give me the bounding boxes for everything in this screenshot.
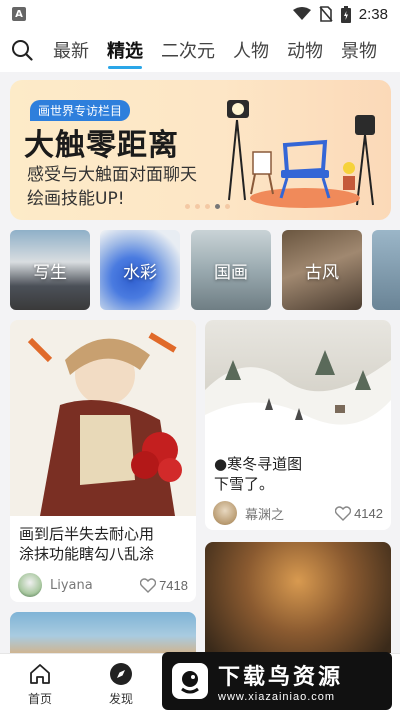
nav-discover[interactable]: 发现	[91, 662, 151, 707]
watermark-url: www.xiazainiao.com	[218, 691, 336, 703]
like-button[interactable]: 4142	[335, 506, 383, 521]
promo-banner[interactable]: 画世界专访栏目 大触零距离 感受与大触面对面聊天 绘画技能UP!	[10, 80, 391, 220]
banner-illustration	[227, 100, 375, 208]
heart-icon	[335, 505, 352, 521]
card-title-line1: ●寒冬寻道图	[214, 455, 303, 473]
card-title-line2: 下雪了。	[214, 475, 275, 493]
tab-anime[interactable]: 二次元	[152, 28, 224, 72]
tab-featured[interactable]: 精选	[98, 28, 152, 72]
category-label: 古风	[305, 262, 339, 283]
like-count: 4142	[354, 505, 383, 521]
card-title-line1: 画到后半失去耐心用	[19, 525, 155, 543]
category-ink-painting[interactable]: 国画	[191, 230, 271, 310]
tab-scenery[interactable]: 景物	[332, 28, 386, 72]
author-name[interactable]: 幕渊之	[245, 504, 284, 523]
nav-home-label: 首页	[27, 692, 52, 706]
wifi-icon	[292, 7, 311, 20]
search-button[interactable]	[0, 28, 44, 72]
search-icon	[12, 40, 33, 61]
app-notification-icon: A	[12, 7, 26, 21]
like-count: 7418	[159, 577, 188, 593]
avatar[interactable]	[213, 501, 237, 525]
watermark-title: 下载鸟资源	[218, 665, 344, 690]
home-icon	[30, 664, 50, 684]
card-title-line2: 涂抹功能瞎勾八乱涂	[19, 545, 155, 563]
category-label: 水彩	[123, 262, 157, 283]
banner-headline: 大触零距离	[24, 128, 179, 163]
heart-icon	[140, 577, 157, 593]
compass-icon	[110, 663, 132, 685]
no-sim-icon	[319, 6, 333, 22]
category-tabs: 最新 精选 二次元 人物 动物 景物	[0, 28, 400, 72]
tab-people[interactable]: 人物	[224, 28, 278, 72]
category-ancient-style[interactable]: 古风	[282, 230, 362, 310]
artwork-image	[10, 320, 196, 516]
category-label: 写生	[33, 262, 67, 283]
category-label: 国画	[214, 262, 248, 283]
nav-home[interactable]: 首页	[10, 662, 70, 707]
battery-icon	[340, 5, 351, 23]
tab-latest[interactable]: 最新	[44, 28, 98, 72]
avatar[interactable]	[18, 573, 42, 597]
watermark-logo	[172, 663, 208, 699]
nav-discover-label: 发现	[108, 692, 133, 706]
status-bar: A 2:38	[0, 0, 400, 28]
author-name[interactable]: Liyana	[50, 578, 93, 593]
feed-card[interactable]: 画到后半失去耐心用 涂抹功能瞎勾八乱涂 Liyana 7418	[10, 320, 196, 602]
category-watercolor[interactable]: 水彩	[100, 230, 180, 310]
artwork-image	[205, 320, 391, 446]
category-sketch[interactable]: 写生	[10, 230, 90, 310]
feed-card[interactable]: ●寒冬寻道图 下雪了。 幕渊之 4142	[205, 320, 391, 530]
banner-subtitle-line1: 感受与大触面对面聊天	[27, 165, 197, 185]
banner-tag: 画世界专访栏目	[30, 100, 131, 121]
tab-animals[interactable]: 动物	[278, 28, 332, 72]
clock: 2:38	[358, 5, 388, 23]
watermark: 下载鸟资源 www.xiazainiao.com	[162, 652, 392, 710]
banner-pagination	[185, 204, 230, 209]
like-button[interactable]: 7418	[140, 578, 188, 593]
category-more[interactable]	[372, 230, 400, 310]
